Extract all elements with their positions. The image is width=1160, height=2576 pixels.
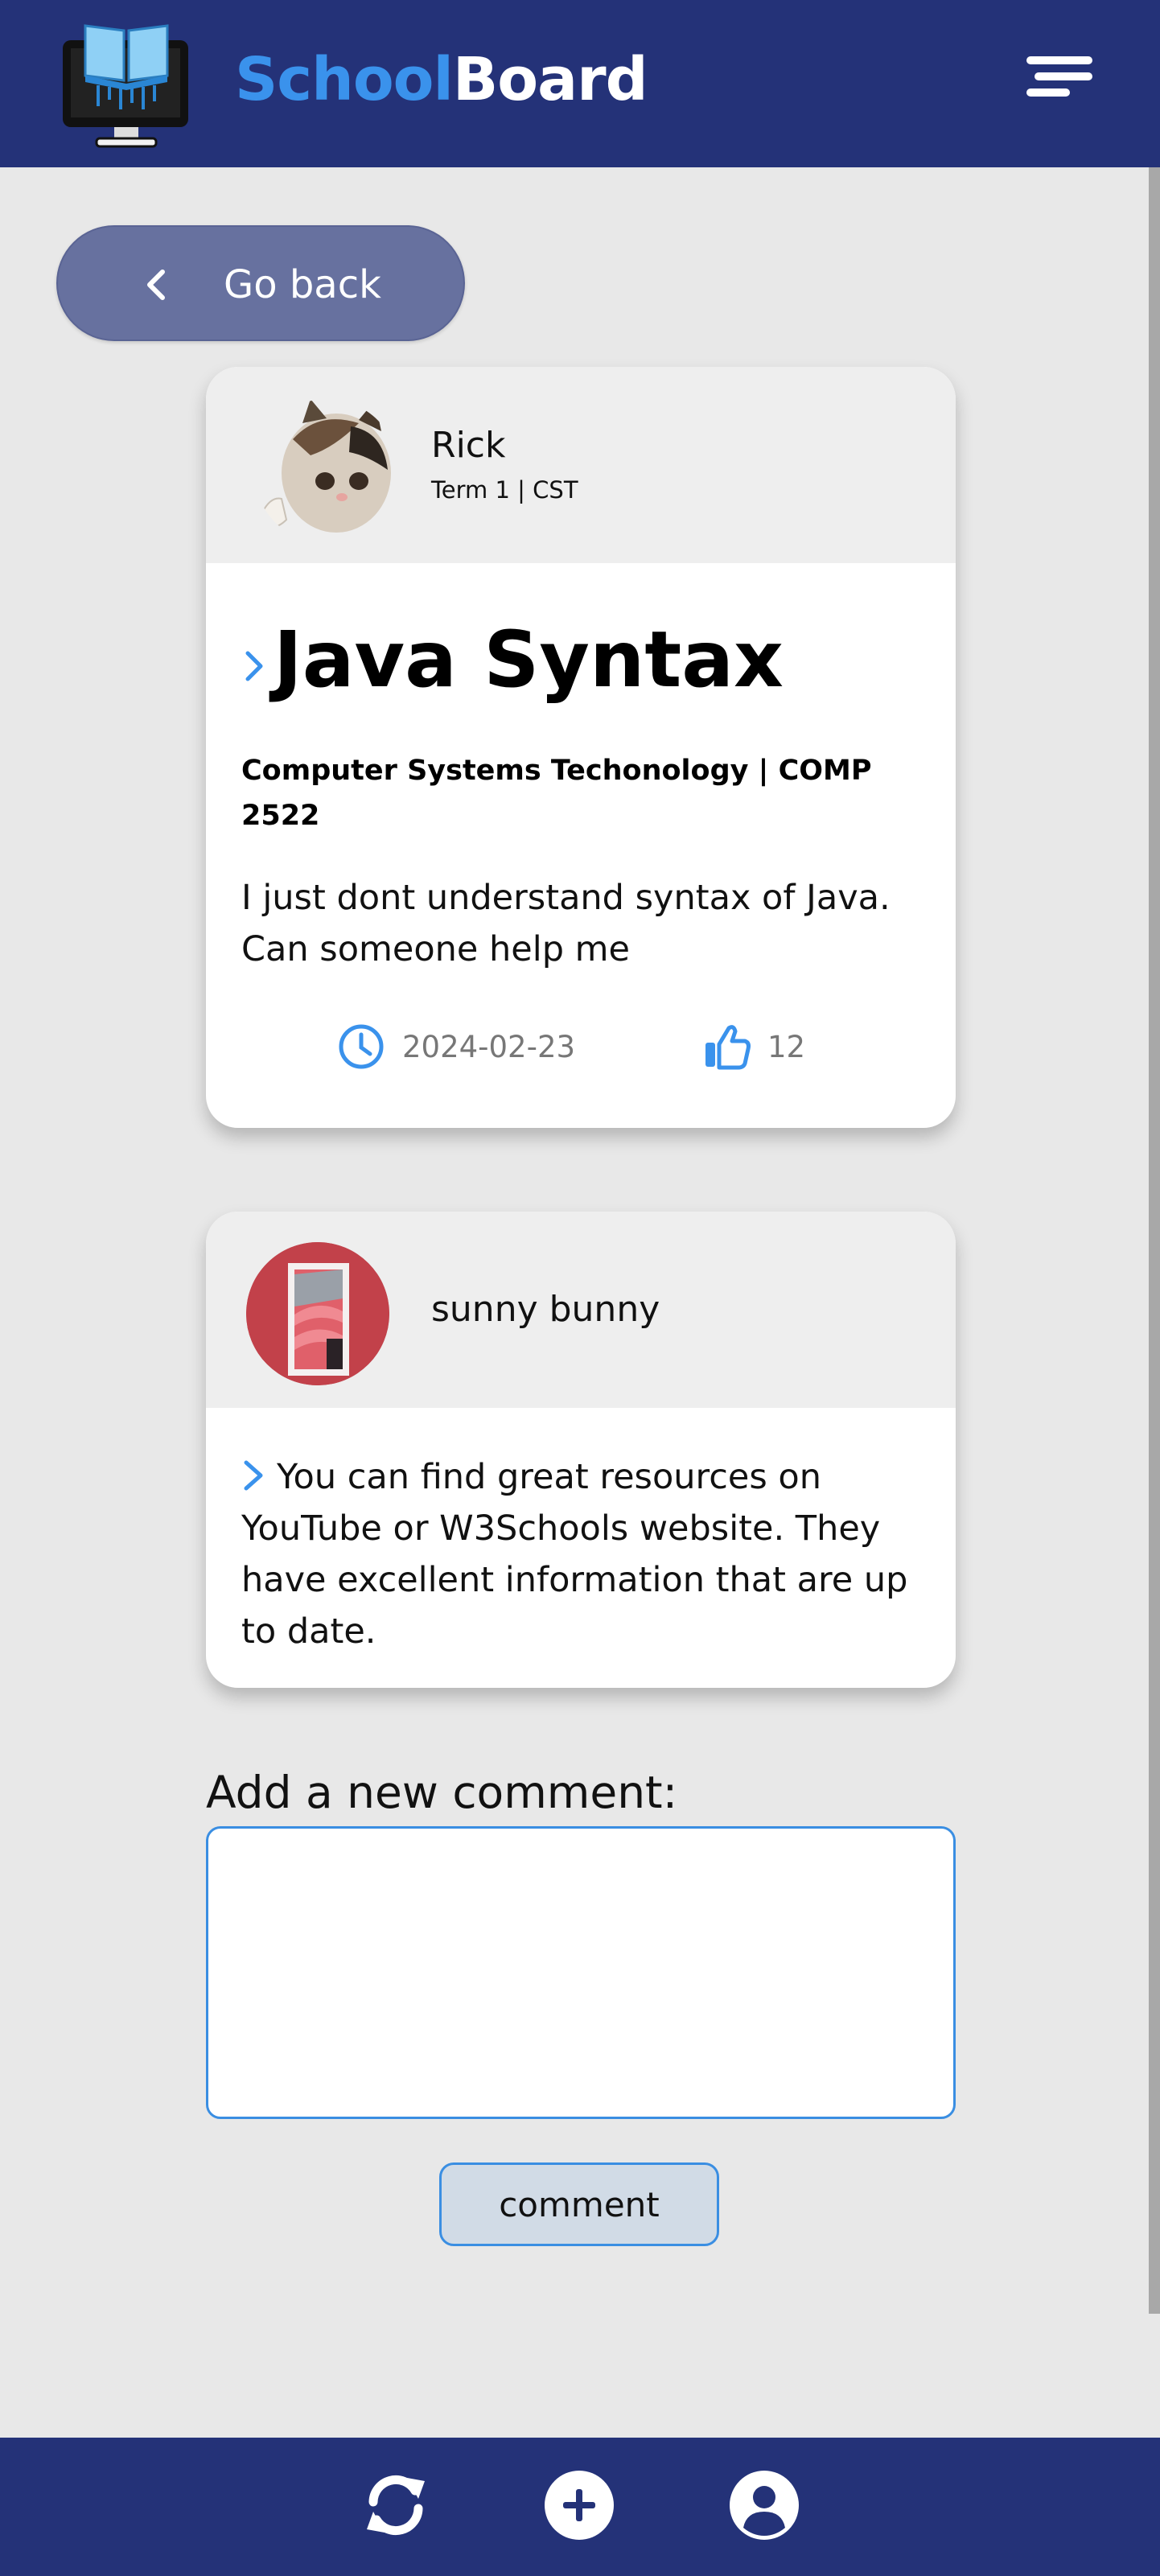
chevron-left-icon: [147, 270, 165, 300]
reply-author-name: sunny bunny: [431, 1289, 660, 1330]
post-date-text: 2024-02-23: [402, 1030, 576, 1064]
avatar[interactable]: [246, 1242, 389, 1385]
post-author-name: Rick: [431, 425, 506, 466]
post-card: Rick Term 1 | CST Java Syntax Computer S…: [206, 367, 956, 1128]
post-author-meta: Term 1 | CST: [431, 476, 578, 504]
reply-text: You can find great resources on YouTube …: [241, 1457, 908, 1652]
go-back-label: Go back: [224, 262, 381, 307]
like-button[interactable]: 12: [703, 1023, 805, 1073]
brand-part-school: School: [235, 45, 454, 114]
post-author-header: Rick Term 1 | CST: [206, 367, 956, 563]
like-count: 12: [767, 1030, 806, 1064]
reply-card: sunny bunny You can find great resources…: [206, 1212, 956, 1688]
comment-label: Add a new comment:: [206, 1767, 678, 1818]
post-date: 2024-02-23: [338, 1023, 575, 1073]
brand-wordmark[interactable]: SchoolBoard: [235, 45, 648, 114]
reply-body: You can find great resources on YouTube …: [241, 1451, 941, 1657]
chevron-right-icon: [244, 1460, 263, 1491]
cat-avatar-image: [254, 399, 399, 544]
bottom-nav: [0, 2438, 1160, 2576]
chevron-right-icon: [245, 651, 263, 681]
comment-input[interactable]: [206, 1826, 956, 2119]
reply-avatar-image: [246, 1242, 389, 1385]
refresh-icon[interactable]: [360, 2470, 431, 2541]
brand-part-board: Board: [452, 45, 648, 114]
profile-icon[interactable]: [729, 2470, 800, 2541]
add-post-icon[interactable]: [544, 2470, 615, 2541]
top-header: SchoolBoard: [0, 0, 1160, 167]
go-back-button[interactable]: Go back: [56, 225, 465, 341]
clock-icon: [339, 1024, 384, 1069]
reply-author-header: sunny bunny: [206, 1212, 956, 1408]
avatar[interactable]: [254, 399, 399, 544]
post-course: Computer Systems Techonology | COMP 2522: [241, 755, 872, 832]
thumbs-up-icon: [705, 1025, 751, 1070]
scrollbar[interactable]: [1149, 167, 1160, 2314]
comment-button[interactable]: comment: [439, 2162, 719, 2246]
post-title: Java Syntax: [274, 615, 784, 705]
computer-book-logo-icon[interactable]: [61, 23, 191, 151]
post-body: I just dont understand syntax of Java. C…: [241, 878, 891, 969]
hamburger-menu-icon[interactable]: [1025, 53, 1094, 103]
